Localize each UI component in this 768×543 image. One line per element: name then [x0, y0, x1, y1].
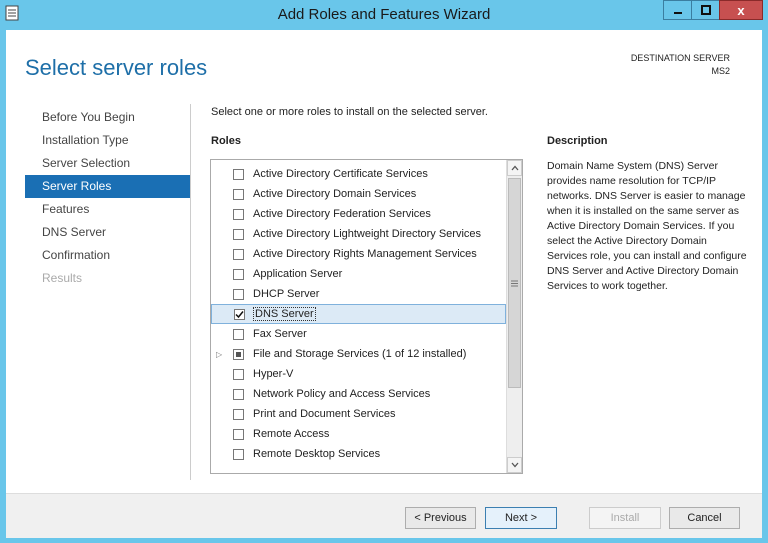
role-checkbox[interactable] [233, 188, 244, 200]
scroll-down-button[interactable] [507, 457, 522, 473]
nav-divider [190, 104, 191, 480]
role-checkbox[interactable] [233, 388, 244, 400]
role-checkbox[interactable] [233, 168, 244, 180]
role-item[interactable]: ▷ File and Storage Services (1 of 12 ins… [211, 344, 506, 364]
instruction-text: Select one or more roles to install on t… [211, 106, 488, 118]
chevron-up-icon [511, 165, 518, 171]
role-item[interactable]: Hyper-V [211, 364, 506, 384]
description-heading: Description [547, 135, 608, 147]
role-checkbox[interactable] [233, 328, 244, 340]
role-item[interactable]: Print and Document Services [211, 404, 506, 424]
role-label: DHCP Server [253, 288, 320, 300]
minimize-icon [673, 12, 682, 14]
role-label: Print and Document Services [253, 408, 396, 420]
role-checkbox[interactable] [233, 368, 244, 380]
maximize-button[interactable] [691, 0, 720, 20]
role-label: Active Directory Domain Services [253, 188, 417, 200]
role-label: Active Directory Rights Management Servi… [253, 248, 477, 260]
window-title: Add Roles and Features Wizard [277, 6, 491, 23]
wizard-nav: Before You Begin Installation Type Serve… [25, 106, 190, 290]
checkmark-icon [235, 310, 244, 318]
previous-button[interactable]: < Previous [405, 507, 476, 529]
description-text: Domain Name System (DNS) Server provides… [547, 160, 747, 292]
nav-item-dns-server[interactable]: DNS Server [25, 221, 190, 244]
role-checkbox-partial[interactable] [233, 348, 244, 360]
destination-server-label: DESTINATION SERVER [630, 53, 730, 63]
title-bar: Add Roles and Features Wizard x [0, 0, 768, 30]
role-checkbox[interactable] [233, 248, 244, 260]
role-item[interactable]: Active Directory Certificate Services [211, 164, 506, 184]
role-checkbox[interactable] [233, 208, 244, 220]
install-button: Install [589, 507, 661, 529]
cancel-button[interactable]: Cancel [669, 507, 740, 529]
role-item-selected[interactable]: DNS Server [211, 304, 506, 324]
nav-item-features[interactable]: Features [25, 198, 190, 221]
maximize-icon [700, 5, 711, 15]
role-label: Network Policy and Access Services [253, 388, 431, 400]
role-label: DNS Server [253, 307, 316, 321]
role-item[interactable]: Remote Desktop Services [211, 444, 506, 464]
nav-item-before-you-begin[interactable]: Before You Begin [25, 106, 190, 129]
expand-arrow-icon[interactable]: ▷ [216, 350, 222, 359]
role-item[interactable]: Application Server [211, 264, 506, 284]
destination-server-name: MS2 [711, 66, 730, 76]
role-label: Remote Access [253, 428, 330, 440]
role-checkbox[interactable] [233, 268, 244, 280]
roles-heading: Roles [211, 135, 241, 147]
roles-scrollbar[interactable] [506, 160, 522, 473]
role-item[interactable]: Active Directory Domain Services [211, 184, 506, 204]
role-item[interactable]: Remote Access [211, 424, 506, 444]
role-checkbox[interactable] [233, 448, 244, 460]
close-button[interactable]: x [719, 0, 763, 20]
minimize-button[interactable] [663, 0, 692, 20]
role-item[interactable]: Active Directory Federation Services [211, 204, 506, 224]
close-icon: x [737, 2, 745, 18]
grip-icon [511, 280, 518, 286]
next-button[interactable]: Next > [485, 507, 557, 529]
role-checkbox-checked[interactable] [234, 308, 245, 320]
wizard-client-area: Select server roles DESTINATION SERVER M… [6, 30, 762, 538]
role-label: Remote Desktop Services [253, 448, 381, 460]
role-label: Active Directory Lightweight Directory S… [253, 228, 482, 240]
role-item[interactable]: Active Directory Lightweight Directory S… [211, 224, 506, 244]
nav-item-server-roles[interactable]: Server Roles [25, 175, 190, 198]
nav-item-results: Results [42, 271, 83, 285]
chevron-down-icon [511, 462, 518, 468]
role-label: Application Server [253, 268, 343, 280]
role-label: Active Directory Certificate Services [253, 168, 428, 180]
role-checkbox[interactable] [233, 428, 244, 440]
wizard-footer: < Previous Next > Install Cancel [6, 493, 762, 538]
role-item[interactable]: DHCP Server [211, 284, 506, 304]
nav-item-confirmation[interactable]: Confirmation [25, 244, 190, 267]
role-label: Fax Server [253, 328, 307, 340]
role-checkbox[interactable] [233, 408, 244, 420]
nav-item-installation-type[interactable]: Installation Type [25, 129, 190, 152]
page-title: Select server roles [25, 55, 208, 80]
role-label: Hyper-V [253, 368, 294, 380]
role-label: Active Directory Federation Services [253, 208, 431, 220]
role-item[interactable]: Network Policy and Access Services [211, 384, 506, 404]
scrollbar-thumb[interactable] [508, 178, 521, 388]
role-checkbox[interactable] [233, 288, 244, 300]
role-item[interactable]: Fax Server [211, 324, 506, 344]
role-checkbox[interactable] [233, 228, 244, 240]
roles-list[interactable]: Active Directory Certificate Services Ac… [210, 159, 523, 474]
scroll-up-button[interactable] [507, 160, 522, 176]
role-label: File and Storage Services (1 of 12 insta… [253, 348, 467, 360]
role-item[interactable]: Active Directory Rights Management Servi… [211, 244, 506, 264]
nav-item-server-selection[interactable]: Server Selection [25, 152, 190, 175]
